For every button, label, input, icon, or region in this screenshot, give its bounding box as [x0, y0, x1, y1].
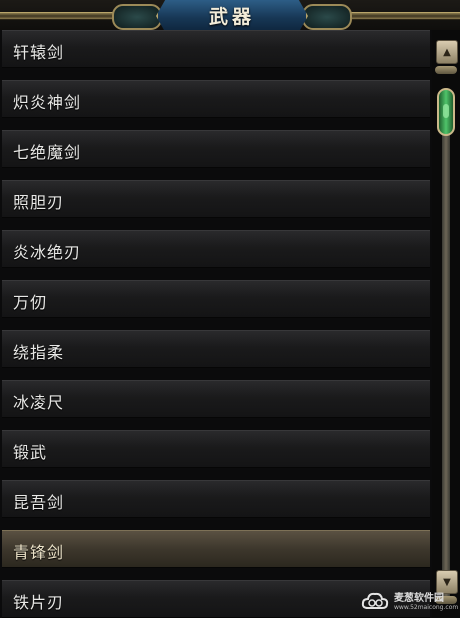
scroll-thumb[interactable]: [437, 88, 455, 136]
scroll-up-button[interactable]: ▲: [436, 40, 458, 64]
list-item-label: 七绝魔剑: [13, 143, 82, 162]
list-item-label: 锻武: [13, 443, 48, 462]
list-item-1[interactable]: 炽炎神剑: [2, 80, 430, 118]
list-item-3[interactable]: 照胆刃: [2, 180, 430, 218]
list-item-label: 绕指柔: [13, 343, 65, 362]
list-item-label: 铁片刃: [13, 593, 65, 612]
header-ornament-right: [302, 4, 352, 30]
window-title: 武器: [208, 5, 255, 28]
list-item-label: 炽炎神剑: [13, 93, 82, 112]
list-item-0[interactable]: 轩辕剑: [2, 30, 430, 68]
scroll-track[interactable]: [442, 90, 450, 600]
list-item-label: 万仞: [13, 293, 48, 312]
list-item-label: 炎冰绝刃: [13, 243, 82, 262]
list-item-label: 冰凌尺: [13, 393, 65, 412]
list-item-7[interactable]: 冰凌尺: [2, 380, 430, 418]
thumb-gem-icon: [443, 104, 449, 118]
list-item-label: 昆吾剑: [13, 493, 65, 512]
list-item-4[interactable]: 炎冰绝刃: [2, 230, 430, 268]
watermark-url: www.52maicong.com: [394, 604, 459, 611]
list-item-2[interactable]: 七绝魔剑: [2, 130, 430, 168]
list-item-6[interactable]: 绕指柔: [2, 330, 430, 368]
weapon-list: 轩辕剑 炽炎神剑 七绝魔剑 照胆刃 炎冰绝刃 万仞 绕指柔 冰凌尺 锻武 昆吾剑…: [0, 30, 432, 618]
list-item-label: 青锋剑: [13, 543, 65, 562]
watermark: 麦葱软件园 www.52maicong.com: [360, 586, 460, 618]
cloud-logo-icon: [361, 592, 389, 609]
list-item-9[interactable]: 昆吾剑: [2, 480, 430, 518]
scrollbar-cap-top: [435, 66, 457, 74]
list-item-label: 照胆刃: [13, 193, 65, 212]
list-item-5[interactable]: 万仞: [2, 280, 430, 318]
vertical-scrollbar[interactable]: ▲ ▼: [432, 30, 460, 618]
list-item-10-selected[interactable]: 青锋剑: [2, 530, 430, 568]
header-ornament-left: [112, 4, 162, 30]
window-header: 武器: [0, 0, 460, 32]
list-item-label: 轩辕剑: [13, 43, 65, 62]
watermark-name: 麦葱软件园: [394, 593, 444, 604]
list-item-8[interactable]: 锻武: [2, 430, 430, 468]
title-plate: 武器: [156, 0, 308, 32]
arrow-up-icon: ▲: [443, 46, 451, 58]
